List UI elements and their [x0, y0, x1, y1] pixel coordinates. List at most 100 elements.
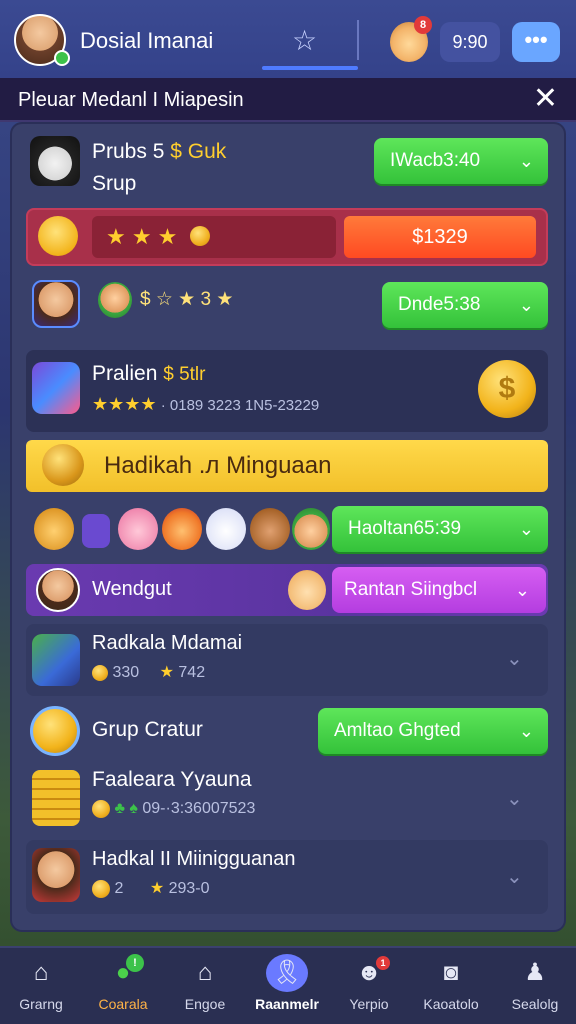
instagram-icon: ◙	[443, 959, 459, 986]
chevron-down-icon: ⌄	[514, 580, 530, 600]
nav-chat[interactable]: ● ! Coarala	[82, 948, 164, 1024]
banner-title: Hadikah .л Minguaan	[104, 452, 332, 479]
pig-icon[interactable]	[118, 508, 158, 550]
nav-face[interactable]: ☻ 1 Yerpio	[328, 948, 410, 1024]
leaderboard-panel: Prubs 5 $ Guk Srup IWacb3:40 ⌄ ★ ★ ★ $13…	[12, 124, 564, 930]
stat-a: 2	[114, 880, 124, 897]
banana-icon	[92, 664, 108, 681]
fox-icon[interactable]	[162, 508, 202, 550]
elf-icon[interactable]	[292, 508, 330, 550]
rank-dropdown[interactable]: Rantan Siingbcl ⌄	[332, 567, 546, 613]
invite-button[interactable]: Haoltan65:39 ⌄	[332, 506, 548, 552]
chevron-down-icon: ⌄	[518, 519, 534, 539]
elf-avatar	[98, 282, 132, 318]
time-display: 9:90	[440, 22, 500, 62]
nav-camera[interactable]: ◙ Kaoatolo	[410, 948, 492, 1024]
star-icon: ★	[149, 880, 165, 897]
more-button[interactable]: •••	[512, 22, 560, 62]
star-rating: ★★★★	[92, 394, 157, 414]
purple-cup-icon[interactable]	[82, 514, 110, 548]
player-stats-text: · 0189 3223 1N5-23229	[160, 397, 320, 414]
stat-a: 330	[112, 664, 140, 681]
player-name: Faaleara Yyauna	[92, 768, 252, 791]
coin-icon	[92, 800, 110, 818]
invite-button-label: Haoltan65:39	[348, 518, 462, 539]
claim-button[interactable]: Dnde5:38 ⌄	[382, 282, 548, 328]
ghost-icon[interactable]	[206, 508, 246, 550]
player-name-text: Pralien	[92, 362, 158, 385]
join-button[interactable]: IWacb3:40 ⌄	[374, 138, 548, 184]
active-tab-indicator	[262, 66, 358, 70]
gem-icon: ♣ ♠	[114, 800, 138, 818]
coin-icon	[42, 444, 84, 486]
nav-label: Raanmelr	[255, 996, 319, 1012]
rank-dropdown-label: Rantan Siingbcl	[344, 579, 478, 600]
app-title: Dosial Imanai	[80, 28, 214, 53]
bear-icon[interactable]	[250, 508, 290, 550]
nav-label: Coarala	[98, 996, 148, 1012]
ribbon-icon: 🎗	[266, 954, 308, 992]
nav-rank[interactable]: 🎗 Raanmelr	[246, 948, 328, 1024]
player-name: Pralien $ 5tlr	[92, 362, 205, 386]
dollar-coin-icon[interactable]: $	[478, 360, 536, 418]
coin-group-icon	[30, 706, 80, 756]
member-avatar	[36, 568, 80, 612]
cat-king-icon[interactable]	[34, 508, 74, 550]
coin-icon	[190, 226, 210, 246]
home-icon: ⌂	[33, 959, 49, 986]
chick-icon	[38, 216, 78, 256]
member-name: Wendgut	[92, 578, 172, 600]
bottom-nav: ⌂ Grarng ● ! Coarala ⌂ Engoe 🎗 Raanmelr …	[0, 946, 576, 1024]
player-stats: 2 ★ 293-0	[92, 878, 210, 898]
nav-label: Grarng	[19, 996, 63, 1012]
panel-title: Pleuar Medanl I Miapesin	[18, 89, 244, 111]
nav-profile[interactable]: ♟ Sealolg	[494, 948, 576, 1024]
chevron-down-icon[interactable]: ⌄	[506, 864, 523, 889]
group-name-line1: Prubs 5 $ Guk	[92, 140, 226, 164]
hero-avatar	[32, 634, 80, 686]
top-bar: Dosial Imanai ☆ 8 9:90 •••	[0, 0, 576, 78]
wizard-avatar	[32, 362, 80, 414]
coin-stack-icon	[32, 770, 80, 826]
nav-home[interactable]: ⌂ Grarng	[0, 948, 82, 1024]
profile-icon: ♟	[524, 959, 546, 986]
tab-favorites[interactable]: ☆	[262, 18, 358, 72]
nav-label: Kaoatolo	[423, 996, 479, 1012]
chevron-down-icon: ⌄	[518, 295, 534, 315]
player-stats: ♣ ♠ 09-·3:36007523	[92, 800, 255, 818]
reward-icons: $ ☆ ★ 3 ★	[140, 289, 234, 310]
online-status-icon	[54, 50, 70, 66]
user-avatar-boy[interactable]	[32, 280, 80, 328]
player-name: Radkala Mdamai	[92, 632, 243, 654]
chevron-down-icon: ⌄	[518, 151, 534, 171]
notification-badge: 8	[414, 16, 432, 34]
chevron-down-icon[interactable]: ⌄	[506, 786, 523, 811]
nav-label: Engoe	[184, 996, 226, 1012]
bunny-icon	[288, 570, 326, 610]
character-list	[34, 504, 330, 554]
panda-avatar[interactable]	[30, 136, 80, 186]
stats-text: 09-·3:36007523	[142, 800, 256, 818]
price-label: $1329	[412, 226, 468, 248]
player-stats: ★★★★ · 0189 3223 1N5-23229	[92, 394, 319, 415]
follow-button-label: Amltao Ghgted	[334, 720, 461, 741]
star-outline-icon: ☆	[292, 25, 318, 56]
panel-header: Pleuar Medanl I Miapesin ✕	[0, 78, 576, 122]
star-rating: ★ ★ ★	[106, 224, 178, 249]
price-stars: ★ ★ ★	[92, 216, 336, 258]
nav-bank[interactable]: ⌂ Engoe	[164, 948, 246, 1024]
group-name-text: Prubs 5	[92, 140, 165, 163]
player-avatar	[32, 848, 80, 902]
divider	[357, 20, 359, 60]
join-button-label: IWacb3:40	[390, 150, 481, 171]
coin-icon	[92, 879, 110, 898]
stat-b: 293-0	[168, 880, 210, 897]
chevron-down-icon[interactable]: ⌄	[506, 646, 523, 671]
nav-label: Yerpio	[349, 996, 389, 1012]
follow-button[interactable]: Amltao Ghgted ⌄	[318, 708, 548, 754]
notification-badge: 1	[376, 956, 390, 970]
group-name: Grup Cratur	[92, 718, 203, 741]
price-button[interactable]: $1329	[344, 216, 536, 258]
claim-button-label: Dnde5:38	[398, 294, 481, 315]
close-button[interactable]: ✕	[533, 84, 558, 114]
